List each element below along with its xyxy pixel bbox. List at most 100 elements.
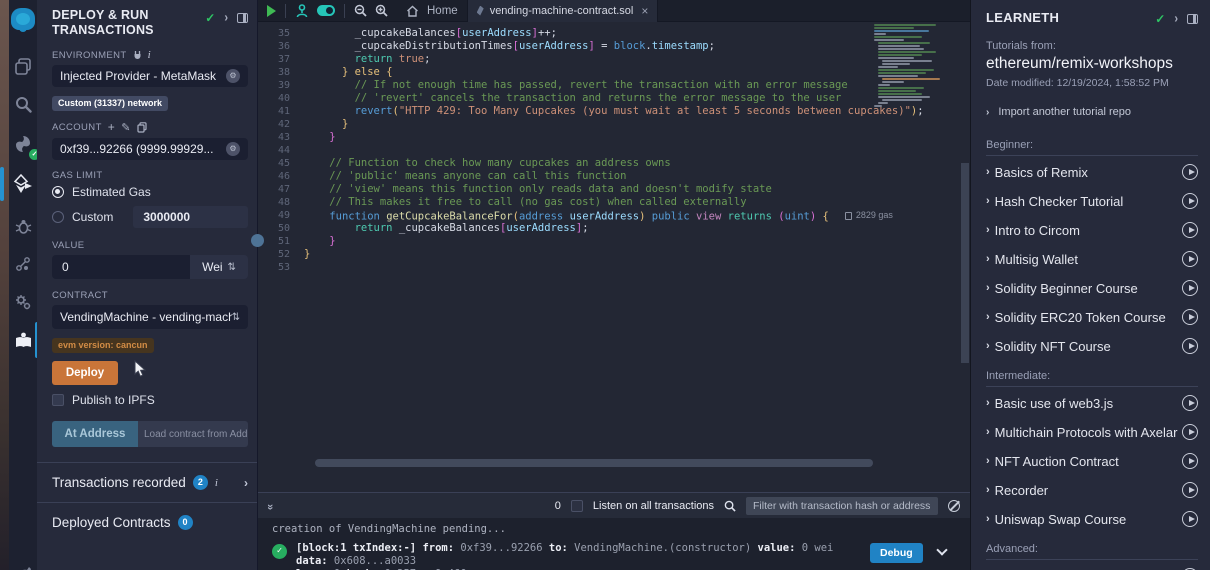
environment-info-icon[interactable]: i — [148, 49, 151, 61]
line-number[interactable]: 48 — [258, 196, 304, 209]
tutorial-item[interactable]: ›Basics of Remix — [986, 158, 1198, 187]
estimated-gas-radio[interactable] — [52, 186, 64, 198]
play-tutorial-icon[interactable] — [1182, 164, 1198, 180]
line-number[interactable]: 47 — [258, 183, 304, 196]
terminal-filter-input[interactable]: Filter with transaction hash or address — [746, 497, 938, 515]
ai-assistant-icon[interactable] — [295, 4, 309, 18]
deployed-contracts-row[interactable]: Deployed Contracts 0 — [52, 503, 248, 542]
line-number[interactable]: 45 — [258, 157, 304, 170]
line-number[interactable]: 39 — [258, 79, 304, 92]
tutorial-item[interactable]: ›Basic use of web3.js — [986, 389, 1198, 418]
line-number[interactable]: 37 — [258, 53, 304, 66]
search-icon[interactable] — [9, 90, 37, 118]
debug-button[interactable]: Debug — [870, 543, 923, 563]
editor-horizontal-scrollbar[interactable] — [315, 459, 873, 467]
play-tutorial-icon[interactable] — [1182, 222, 1198, 238]
deploy-run-icon[interactable] — [9, 170, 37, 198]
add-account-icon[interactable]: + — [108, 120, 115, 134]
play-tutorial-icon[interactable] — [1182, 424, 1198, 440]
transactions-info-icon[interactable]: i — [215, 477, 218, 489]
line-number[interactable]: 53 — [258, 261, 304, 274]
learneth-icon[interactable] — [9, 326, 37, 354]
tutorial-item[interactable]: ›Solidity Beginner Course — [986, 274, 1198, 303]
tx-expand-icon[interactable] — [936, 544, 947, 555]
play-tutorial-icon[interactable] — [1182, 251, 1198, 267]
play-tutorial-icon[interactable] — [1182, 511, 1198, 527]
active-file-tab[interactable]: vending-machine-contract.sol × — [467, 0, 659, 22]
at-address-input[interactable]: Load contract from Addres — [138, 421, 248, 447]
copy-account-icon[interactable] — [137, 122, 147, 133]
run-script-icon[interactable] — [267, 5, 276, 17]
tutorial-item[interactable]: ›Recorder — [986, 476, 1198, 505]
unit-stepper-icon[interactable]: ⇅ — [228, 262, 236, 273]
tutorial-item[interactable]: ›All about Proxy Contracts — [986, 562, 1198, 570]
value-unit-select[interactable]: Wei ⇅ — [190, 255, 248, 279]
deploy-button[interactable]: Deploy — [52, 361, 118, 385]
ai-toggle-switch[interactable] — [317, 5, 335, 16]
environment-settings-icon[interactable]: ⚙ — [226, 69, 240, 83]
plugin-manager-icon[interactable] — [9, 288, 37, 316]
contract-select[interactable]: VendingMachine - vending-machin ⇅ — [52, 305, 248, 329]
line-number[interactable]: 46 — [258, 170, 304, 183]
line-number[interactable]: 44 — [258, 144, 304, 157]
account-select[interactable]: 0xf39...92266 (9999.99929... ⚙ — [52, 138, 248, 160]
play-tutorial-icon[interactable] — [1182, 453, 1198, 469]
clear-console-icon[interactable] — [948, 500, 960, 512]
transactions-expand-icon[interactable]: › — [244, 476, 248, 490]
edit-account-icon[interactable]: ✎ — [121, 121, 131, 134]
editor-vertical-scrollbar[interactable] — [961, 163, 969, 363]
file-explorer-icon[interactable] — [9, 52, 37, 80]
transaction-log-row[interactable]: ✓ [block:1 txIndex:-] from: 0xf39...9226… — [272, 542, 970, 570]
learneth-pin-icon[interactable] — [1187, 14, 1198, 24]
learneth-expand-icon[interactable]: › — [1174, 12, 1178, 26]
close-tab-icon[interactable]: × — [641, 4, 648, 18]
debugger-icon[interactable] — [9, 212, 37, 240]
play-tutorial-icon[interactable] — [1182, 193, 1198, 209]
home-tab[interactable]: Home — [397, 0, 467, 21]
value-input[interactable]: 0 — [52, 255, 190, 279]
code-editor[interactable]: 35 _cupcakeBalances[userAddress]++;36 _c… — [258, 22, 970, 478]
scenario-recorder-icon[interactable] — [9, 250, 37, 278]
line-number[interactable]: 38 — [258, 66, 304, 79]
panel-expand-icon[interactable]: › — [224, 11, 228, 25]
play-tutorial-icon[interactable] — [1182, 309, 1198, 325]
play-tutorial-icon[interactable] — [1182, 395, 1198, 411]
line-number[interactable]: 50 — [258, 222, 304, 235]
remix-logo[interactable] — [9, 5, 37, 33]
tutorial-item[interactable]: ›Solidity NFT Course — [986, 332, 1198, 361]
tutorial-item[interactable]: ›Multisig Wallet — [986, 245, 1198, 274]
tutorial-item[interactable]: ›Multichain Protocols with Axelar — [986, 418, 1198, 447]
line-number[interactable]: 36 — [258, 40, 304, 53]
line-number[interactable]: 52 — [258, 248, 304, 261]
panel-resize-handle[interactable] — [251, 234, 264, 247]
solidity-compiler-icon[interactable]: ✓ — [9, 130, 37, 158]
account-settings-icon[interactable]: ⚙ — [226, 142, 240, 156]
import-tutorial-repo[interactable]: › Import another tutorial repo — [986, 106, 1198, 118]
tutorial-item[interactable]: ›Hash Checker Tutorial — [986, 187, 1198, 216]
editor-minimap[interactable] — [874, 24, 958, 108]
tutorial-item[interactable]: ›Intro to Circom — [986, 216, 1198, 245]
custom-gas-input[interactable]: 3000000 — [133, 206, 248, 228]
tutorial-item[interactable]: ›Uniswap Swap Course — [986, 505, 1198, 534]
play-tutorial-icon[interactable] — [1182, 280, 1198, 296]
tutorial-item[interactable]: ›Solidity ERC20 Token Course — [986, 303, 1198, 332]
zoom-out-icon[interactable] — [354, 4, 367, 17]
line-number[interactable]: 42 — [258, 118, 304, 131]
tutorial-item[interactable]: ›NFT Auction Contract — [986, 447, 1198, 476]
settings-icon-partial[interactable] — [9, 556, 37, 570]
at-address-button[interactable]: At Address — [52, 421, 138, 447]
line-number[interactable]: 49 — [258, 209, 304, 222]
panel-pin-icon[interactable] — [237, 13, 248, 23]
custom-gas-radio[interactable] — [52, 211, 64, 223]
publish-ipfs-checkbox[interactable] — [52, 394, 64, 406]
zoom-in-icon[interactable] — [375, 4, 388, 17]
play-tutorial-icon[interactable] — [1182, 482, 1198, 498]
transactions-recorded-row[interactable]: Transactions recorded 2 i › — [52, 463, 248, 502]
line-number[interactable]: 43 — [258, 131, 304, 144]
line-number[interactable]: 35 — [258, 27, 304, 40]
listen-all-checkbox[interactable] — [571, 500, 583, 512]
play-tutorial-icon[interactable] — [1182, 338, 1198, 354]
terminal-expand-icon[interactable]: » — [264, 503, 276, 507]
line-number[interactable]: 41 — [258, 105, 304, 118]
line-number[interactable]: 40 — [258, 92, 304, 105]
